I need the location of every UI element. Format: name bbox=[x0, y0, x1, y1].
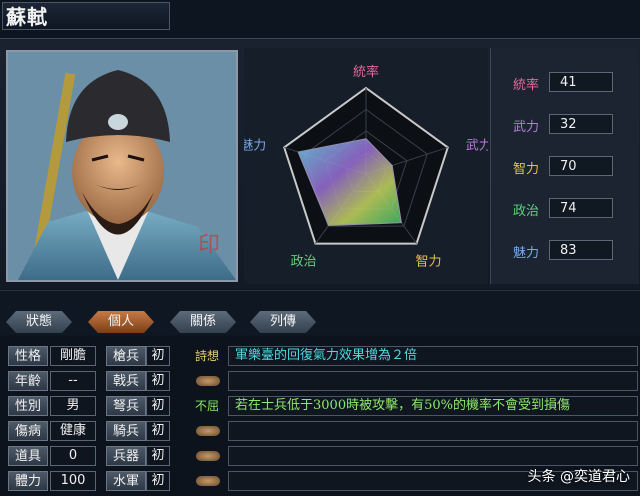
stat-value-war: 32 bbox=[549, 114, 613, 134]
officer-name: 蘇軾 bbox=[6, 5, 48, 29]
watermark: 头条 @奕道君心 bbox=[527, 469, 630, 485]
troop-aptitude-value: 初 bbox=[146, 421, 170, 441]
personal-attr-label: 體力 bbox=[8, 471, 48, 491]
stats-radar-chart: 統率武力智力 政治 魅力 bbox=[240, 48, 492, 284]
stats-list-panel: 統率 41 武力 32 智力 70 政治 74 魅力 83 bbox=[490, 48, 639, 284]
skill-slot-empty bbox=[196, 426, 220, 436]
personal-attr-label: 年齡 bbox=[8, 371, 48, 391]
radar-axis-label: 魅力 bbox=[244, 138, 266, 153]
officer-portrait: 印 bbox=[6, 50, 238, 282]
troop-type-label: 槍兵 bbox=[106, 346, 146, 366]
stat-label-intelligence: 智力 bbox=[513, 162, 540, 177]
tab-personal[interactable]: 個人 bbox=[88, 311, 154, 333]
personal-attr-value: 剛膽 bbox=[50, 346, 96, 366]
personal-attr-label: 道具 bbox=[8, 446, 48, 466]
tab-biography[interactable]: 列傳 bbox=[250, 311, 316, 333]
skill-description: 若在士兵低于3000時被攻擊，有50%的機率不會受到損傷 bbox=[228, 396, 638, 416]
radar-axis-label: 政治 bbox=[290, 255, 316, 270]
personal-attr-value: 健康 bbox=[50, 421, 96, 441]
skill-description: 軍樂臺的回復氣力效果增為２倍 bbox=[228, 346, 638, 366]
stat-value-politics: 74 bbox=[549, 198, 613, 218]
stat-value-command: 41 bbox=[549, 72, 613, 92]
troop-aptitude-value: 初 bbox=[146, 396, 170, 416]
troop-aptitude-value: 初 bbox=[146, 446, 170, 466]
personal-attr-label: 性別 bbox=[8, 396, 48, 416]
portrait-art: 印 bbox=[8, 52, 236, 280]
troop-type-label: 水軍 bbox=[106, 471, 146, 491]
tab-status[interactable]: 狀態 bbox=[6, 311, 72, 333]
troop-aptitude-value: 初 bbox=[146, 471, 170, 491]
troop-type-label: 戟兵 bbox=[106, 371, 146, 391]
personal-attr-label: 性格 bbox=[8, 346, 48, 366]
personal-attr-label: 傷病 bbox=[8, 421, 48, 441]
radar-axis-label: 武力 bbox=[466, 138, 488, 153]
troop-aptitude-value: 初 bbox=[146, 371, 170, 391]
stat-value-intelligence: 70 bbox=[549, 156, 613, 176]
skill-name[interactable]: 詩想 bbox=[190, 347, 224, 365]
skill-slot-empty bbox=[196, 476, 220, 486]
radar-svg: 統率武力智力 政治 魅力 bbox=[240, 64, 492, 270]
skill-slot-empty bbox=[196, 451, 220, 461]
skill-name[interactable]: 不屈 bbox=[190, 397, 224, 415]
personal-attr-value: -- bbox=[50, 371, 96, 391]
troop-aptitude-value: 初 bbox=[146, 346, 170, 366]
skill-description bbox=[228, 421, 638, 441]
troop-type-label: 弩兵 bbox=[106, 396, 146, 416]
svg-text:印: 印 bbox=[198, 233, 220, 258]
troop-type-label: 兵器 bbox=[106, 446, 146, 466]
radar-axis-label: 智力 bbox=[416, 255, 442, 270]
stat-label-charm: 魅力 bbox=[513, 246, 540, 261]
personal-attr-value: 100 bbox=[50, 471, 96, 491]
skill-description bbox=[228, 446, 638, 466]
personal-attr-value: 0 bbox=[50, 446, 96, 466]
radar-axis-label: 統率 bbox=[353, 64, 379, 80]
personal-attr-value: 男 bbox=[50, 396, 96, 416]
tab-relations[interactable]: 關係 bbox=[170, 311, 236, 333]
skill-slot-empty bbox=[196, 376, 220, 386]
troop-type-label: 騎兵 bbox=[106, 421, 146, 441]
stat-value-charm: 83 bbox=[549, 240, 613, 260]
stat-label-war: 武力 bbox=[513, 120, 540, 135]
stat-label-command: 統率 bbox=[513, 78, 540, 93]
stat-label-politics: 政治 bbox=[513, 204, 540, 219]
skill-description bbox=[228, 371, 638, 391]
